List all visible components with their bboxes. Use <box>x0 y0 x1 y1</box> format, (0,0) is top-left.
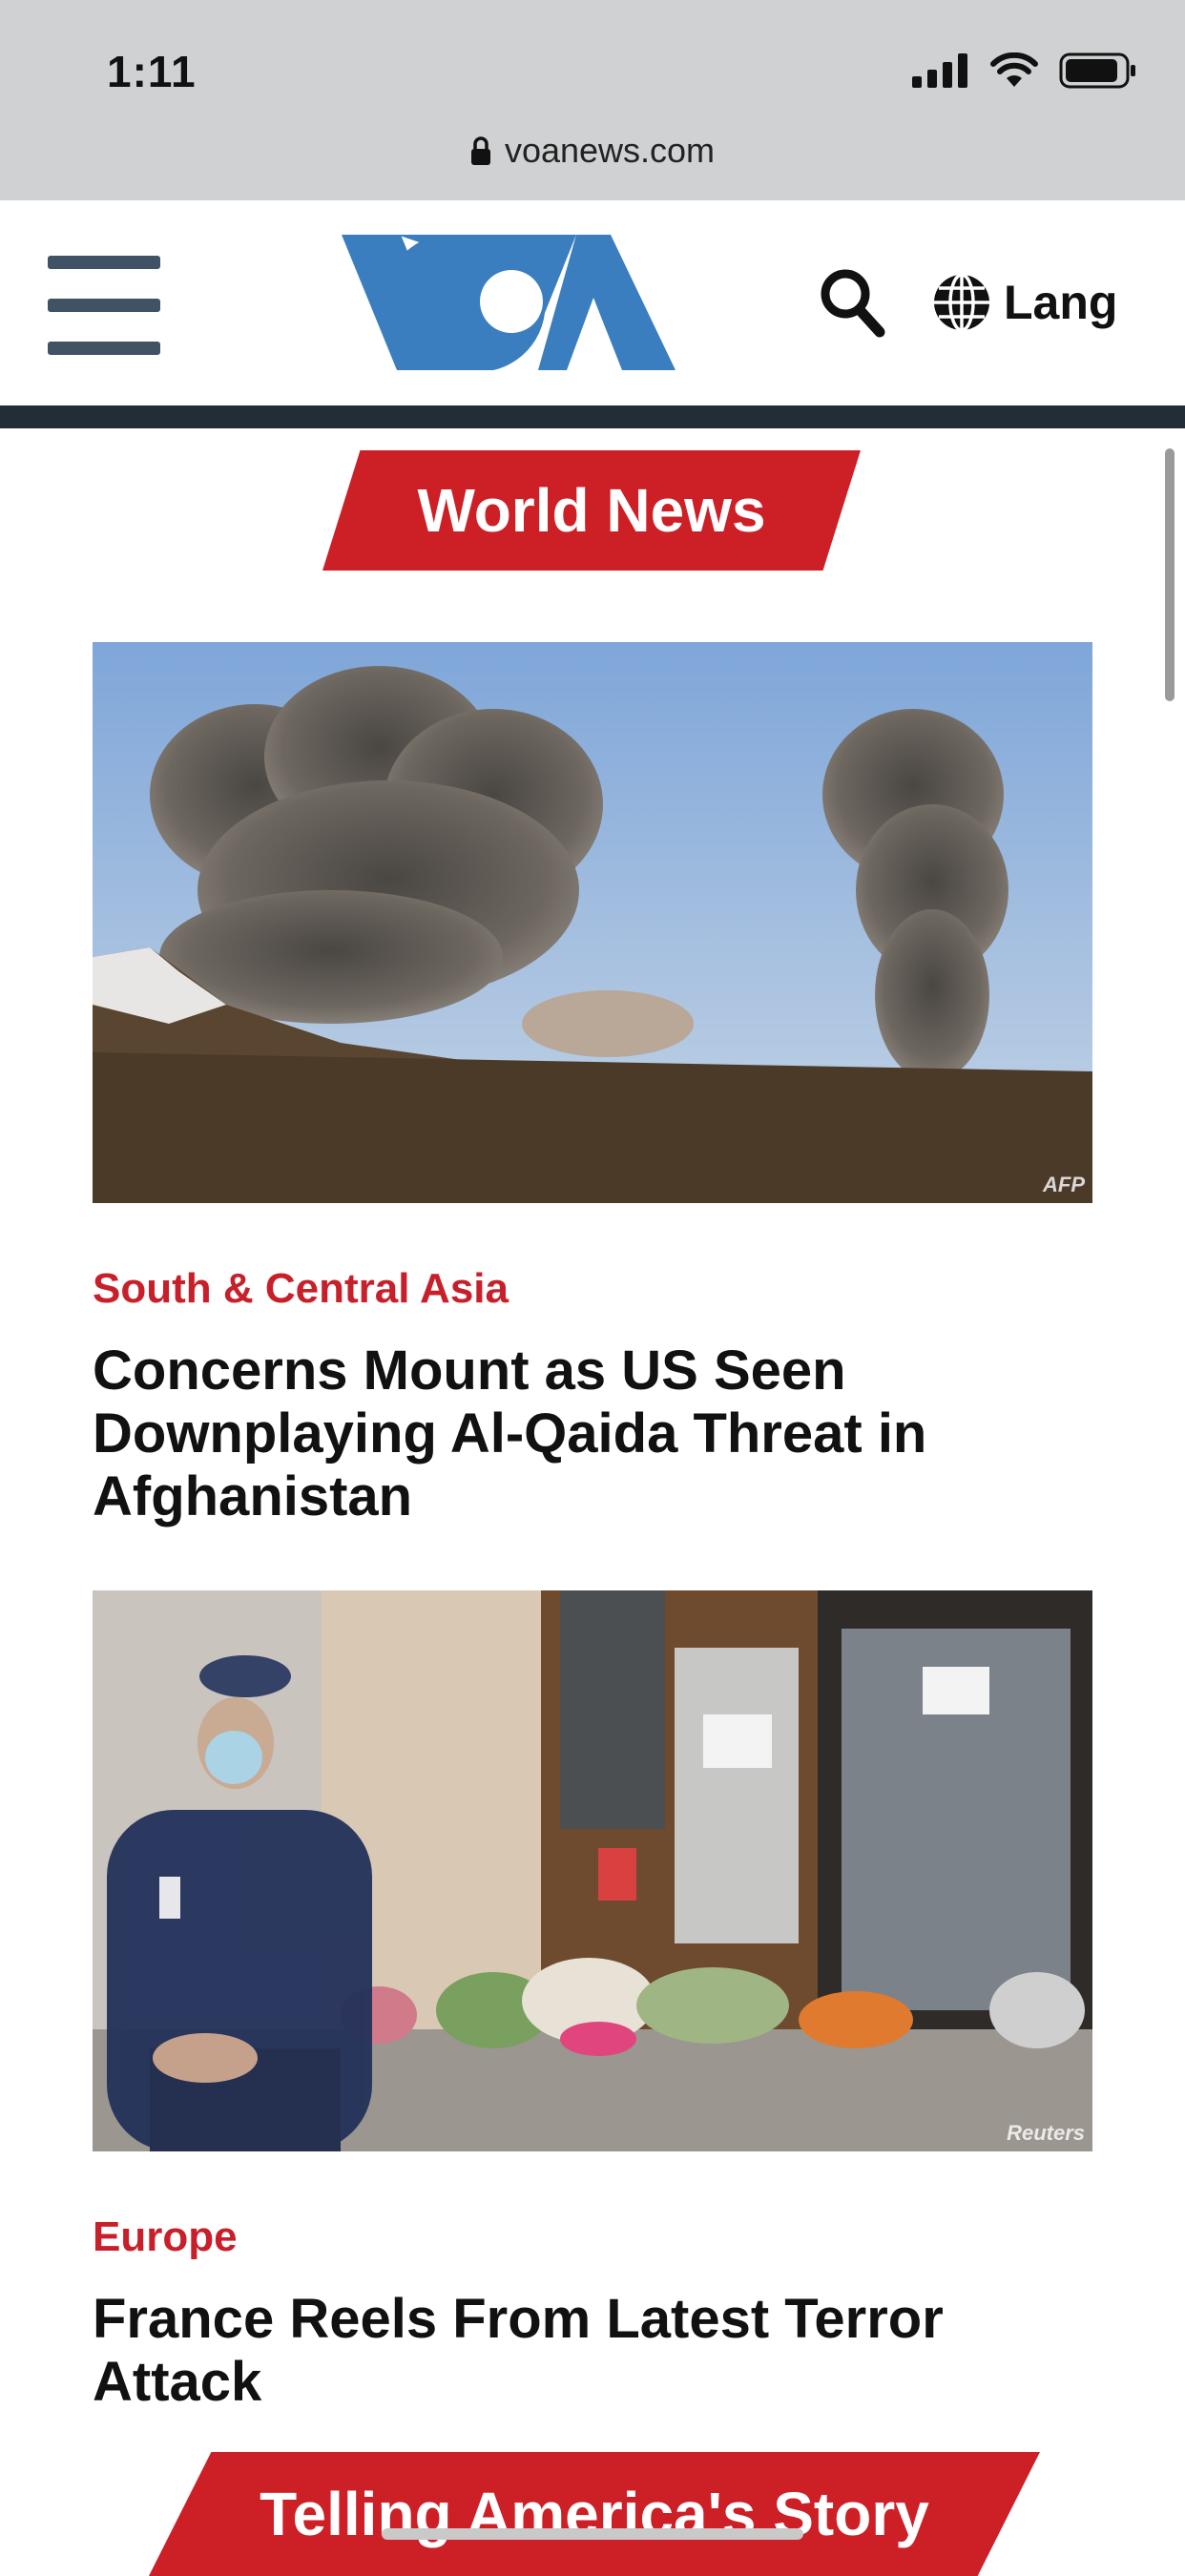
wifi-icon <box>990 52 1038 87</box>
signal-icon <box>912 53 967 88</box>
url-text: voanews.com <box>504 131 716 170</box>
status-time: 1:11 <box>107 47 197 96</box>
section-banner-world-news[interactable]: World News <box>322 450 861 571</box>
menu-bar-icon <box>48 342 160 355</box>
photo-credit: Reuters <box>1007 2121 1085 2145</box>
battery-icon <box>1059 52 1135 89</box>
site-header: Lang <box>0 200 1185 405</box>
address-bar[interactable]: voanews.com <box>0 124 1185 177</box>
menu-button[interactable] <box>48 256 160 355</box>
article-category[interactable]: Europe <box>93 2213 238 2261</box>
language-button[interactable]: Lang <box>931 271 1117 334</box>
system-icons <box>912 52 1137 90</box>
search-icon[interactable] <box>819 267 885 338</box>
voa-logo[interactable] <box>342 235 676 370</box>
globe-icon <box>934 273 989 332</box>
language-label: Lang <box>1004 276 1118 329</box>
article-headline[interactable]: Concerns Mount as US Seen Downplaying Al… <box>93 1340 1104 1528</box>
menu-bar-icon <box>48 256 160 269</box>
article-category[interactable]: South & Central Asia <box>93 1265 509 1313</box>
section-banner-telling-americas-story[interactable]: Telling America's Story <box>149 2452 1040 2576</box>
article-image-afghanistan[interactable]: AFP <box>93 642 1092 1203</box>
article-headline[interactable]: France Reels From Latest Terror Attack <box>93 2288 1104 2414</box>
browser-chrome: 1:11 voanews.com <box>0 0 1185 200</box>
lock-icon <box>470 136 490 165</box>
article-image-france[interactable]: Reuters <box>93 1590 1092 2151</box>
menu-bar-icon <box>48 299 160 312</box>
scrollbar[interactable] <box>1165 448 1175 701</box>
photo-credit: AFP <box>1043 1173 1085 1196</box>
header-divider <box>0 405 1185 428</box>
home-indicator[interactable] <box>382 2528 803 2540</box>
section-title: World News <box>417 476 766 545</box>
